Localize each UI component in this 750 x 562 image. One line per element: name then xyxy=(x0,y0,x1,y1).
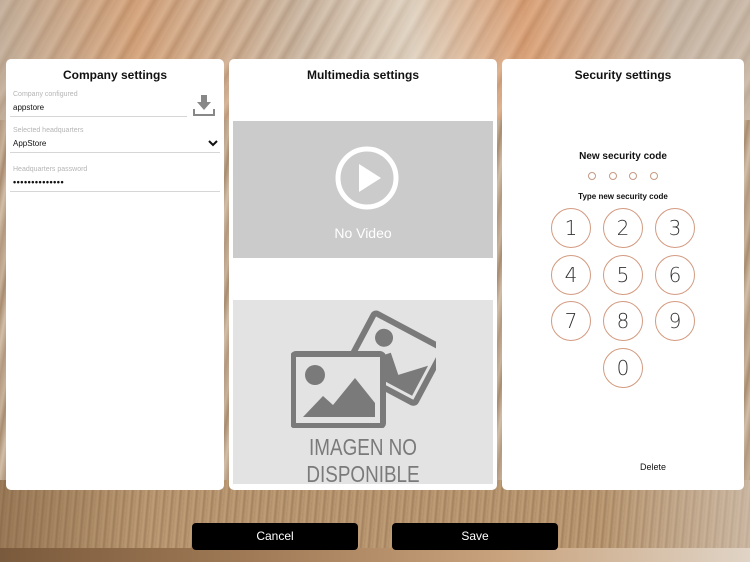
code-dot-4 xyxy=(650,172,658,180)
password-field[interactable]: •••••••••••••• xyxy=(13,177,64,187)
company-configured-underline xyxy=(10,116,187,117)
company-settings-panel: Company settings Company configured apps… xyxy=(6,59,224,490)
cancel-button[interactable]: Cancel xyxy=(192,523,358,550)
image-unavailable-text: IMAGEN NO DISPONIBLE xyxy=(306,434,420,487)
video-placeholder[interactable]: No Video xyxy=(233,121,493,258)
keypad-key-8[interactable]: 8 xyxy=(603,301,643,341)
type-code-prompt: Type new security code xyxy=(578,192,668,201)
keypad-key-9[interactable]: 9 xyxy=(655,301,695,341)
keypad-key-5[interactable]: 5 xyxy=(603,255,643,295)
headquarters-underline xyxy=(10,152,220,153)
headquarters-label: Selected headquarters xyxy=(13,127,84,134)
company-settings-title: Company settings xyxy=(62,68,167,82)
multimedia-settings-panel: Multimedia settings No Video IMAGEN NO D… xyxy=(229,59,497,490)
delete-button[interactable]: Delete xyxy=(640,462,666,472)
keypad-key-3[interactable]: 3 xyxy=(655,208,695,248)
headquarters-select[interactable]: AppStore xyxy=(13,139,46,148)
multimedia-settings-title: Multimedia settings xyxy=(306,68,419,82)
security-settings-title: Security settings xyxy=(574,68,672,82)
keypad-key-1[interactable]: 1 xyxy=(551,208,591,248)
new-security-code-label: New security code xyxy=(579,151,667,162)
download-icon[interactable] xyxy=(192,93,216,117)
background-floor xyxy=(0,548,750,562)
chevron-down-icon[interactable] xyxy=(208,139,218,147)
keypad-key-2[interactable]: 2 xyxy=(603,208,643,248)
image-placeholder-icon xyxy=(291,310,436,428)
image-placeholder[interactable]: IMAGEN NO DISPONIBLE xyxy=(233,300,493,487)
password-underline xyxy=(10,191,220,192)
code-dot-3 xyxy=(629,172,637,180)
company-configured-field[interactable]: appstore xyxy=(13,103,44,112)
keypad-key-0[interactable]: 0 xyxy=(603,348,643,388)
code-dot-1 xyxy=(588,172,596,180)
save-button[interactable]: Save xyxy=(392,523,558,550)
code-dot-2 xyxy=(609,172,617,180)
keypad-key-4[interactable]: 4 xyxy=(551,255,591,295)
keypad-key-7[interactable]: 7 xyxy=(551,301,591,341)
play-circle-icon xyxy=(335,146,399,210)
no-video-text: No Video xyxy=(334,225,392,241)
keypad-key-6[interactable]: 6 xyxy=(655,255,695,295)
security-settings-panel: Security settings New security code Type… xyxy=(502,59,744,490)
password-label: Headquarters password xyxy=(13,166,88,173)
company-configured-label: Company configured xyxy=(13,91,78,98)
